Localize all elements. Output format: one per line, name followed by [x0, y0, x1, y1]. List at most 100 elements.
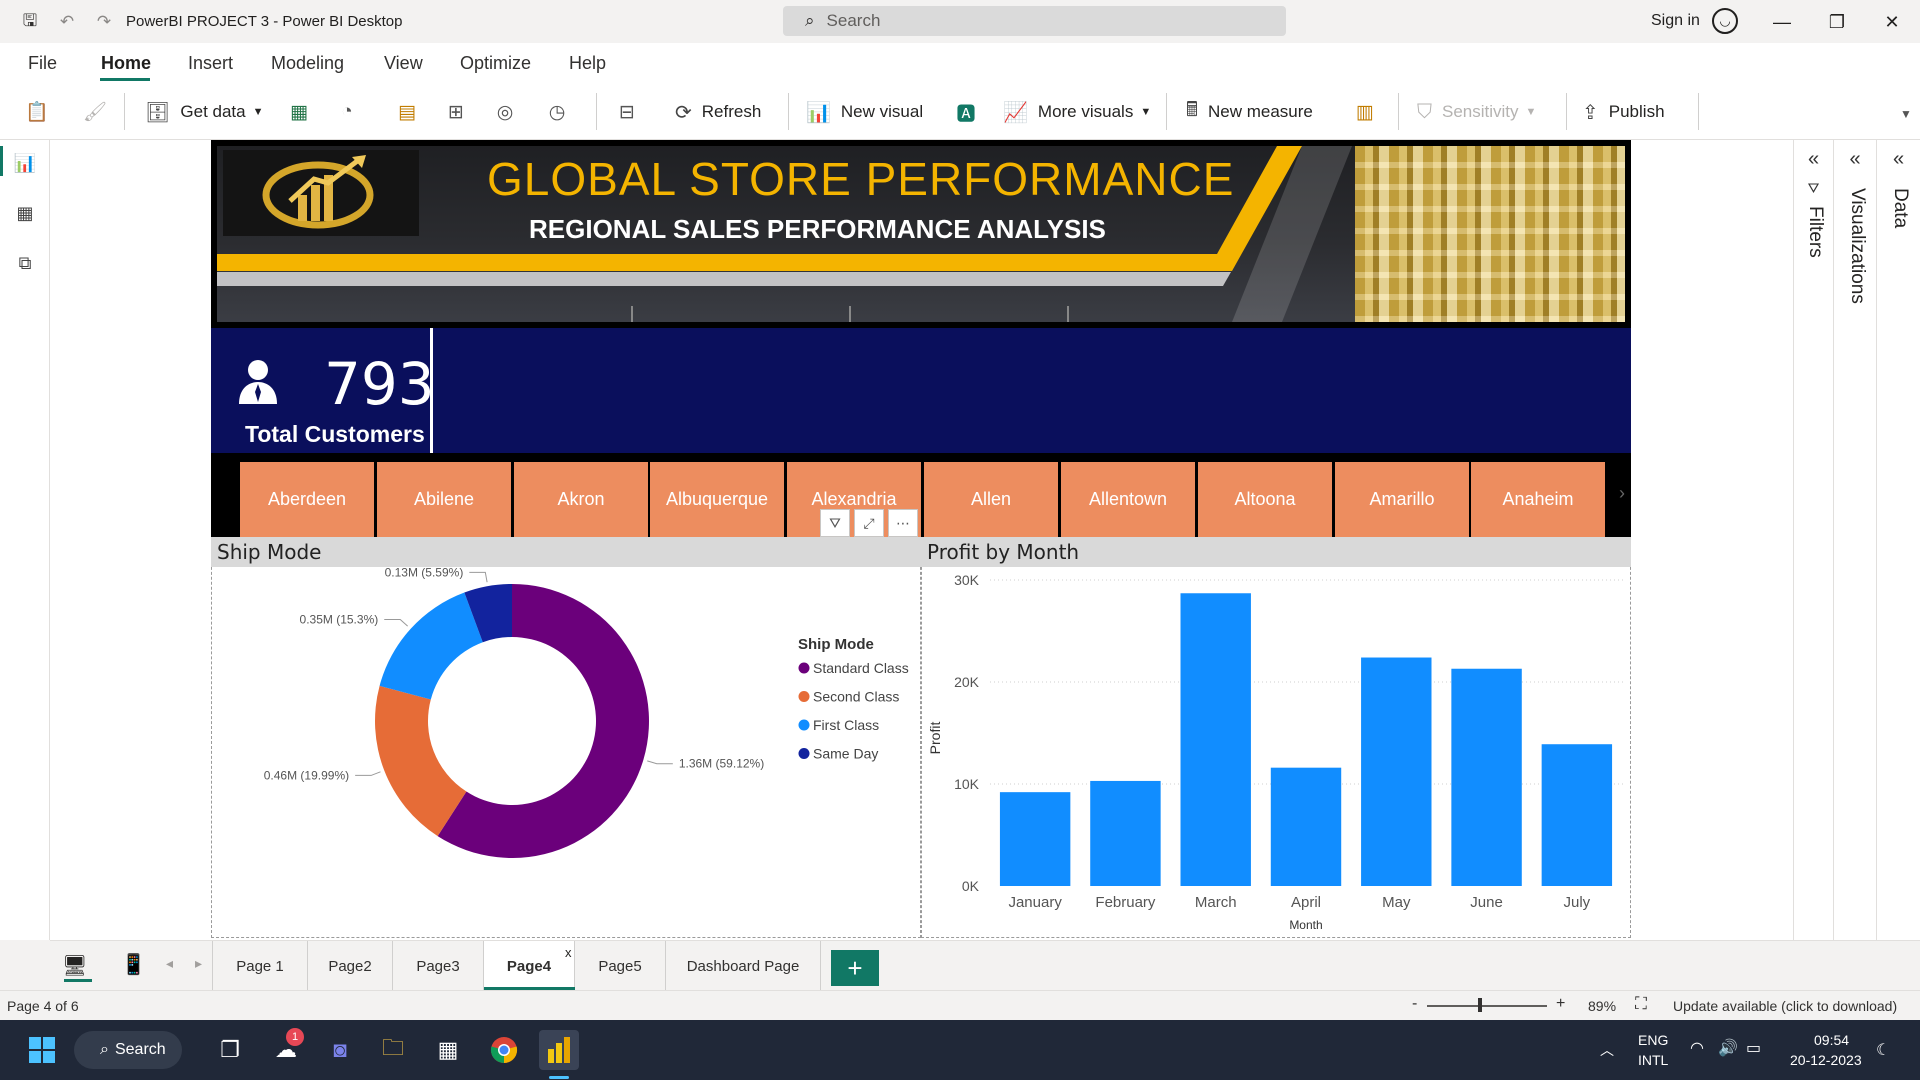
power-bi-icon[interactable]	[539, 1030, 579, 1070]
dataverse-icon[interactable]: ◎	[490, 97, 520, 127]
volume-icon[interactable]: 🔊	[1718, 1038, 1738, 1058]
recent-sources-icon[interactable]: ◷	[542, 97, 572, 127]
fit-to-page-icon[interactable]: ⛶	[1635, 994, 1647, 1014]
close-page-icon[interactable]: x	[565, 945, 572, 960]
save-icon[interactable]: 🖫	[18, 10, 42, 34]
visualizations-pane[interactable]: « Visualizations	[1833, 140, 1876, 940]
undo-icon[interactable]: ↶	[55, 10, 79, 34]
region-indicator[interactable]: INTL	[1638, 1052, 1668, 1068]
more-visuals-button[interactable]: 📈 More visuals ▼	[1003, 97, 1151, 127]
onelake-icon[interactable]: ◔	[332, 97, 362, 127]
desktop-layout-icon[interactable]: 🖥	[62, 953, 87, 978]
update-available-link[interactable]: Update available (click to download)	[1673, 998, 1897, 1014]
enter-data-icon[interactable]: ⊞	[441, 97, 471, 127]
chevron-double-left-icon[interactable]: «	[1834, 148, 1876, 171]
clock-time[interactable]: 09:54	[1814, 1032, 1849, 1048]
get-data-button[interactable]: 🗄 Get data ▼	[145, 97, 264, 127]
page-tab[interactable]: Page5	[575, 941, 666, 991]
transform-data-icon[interactable]: ⊟	[612, 97, 642, 127]
language-indicator[interactable]: ENG	[1638, 1032, 1668, 1048]
clock-date[interactable]: 20-12-2023	[1790, 1052, 1862, 1068]
file-explorer-icon[interactable]: 🗀	[373, 1030, 413, 1070]
new-measure-button[interactable]: 🖩 New measure	[1186, 97, 1313, 127]
chevron-right-icon[interactable]: ▸	[195, 955, 202, 972]
sql-server-icon[interactable]: ▤	[392, 97, 422, 127]
y-tick-label: 30K	[954, 572, 980, 588]
filter-icon[interactable]: ⛛	[820, 509, 850, 537]
tab-insert[interactable]: Insert	[188, 53, 233, 74]
tab-modeling[interactable]: Modeling	[271, 53, 344, 74]
sign-in-link[interactable]: Sign in	[1651, 12, 1700, 30]
city-button[interactable]: Allen	[924, 462, 1058, 537]
tab-optimize[interactable]: Optimize	[460, 53, 531, 74]
format-painter-icon[interactable]: 🖌	[80, 97, 110, 127]
data-pane[interactable]: « Data	[1876, 140, 1920, 940]
new-visual-button[interactable]: 📊 New visual	[806, 97, 923, 127]
visualizations-pane-label: Visualizations	[1847, 188, 1868, 304]
city-button[interactable]: Albuquerque	[650, 462, 784, 537]
app-title: PowerBI PROJECT 3 - Power BI Desktop	[126, 13, 403, 30]
report-view-icon[interactable]: 📊	[12, 150, 38, 176]
chevron-right-icon[interactable]: ›	[1619, 483, 1625, 504]
task-view-icon[interactable]: ❐	[210, 1030, 250, 1070]
chevron-up-icon[interactable]: ︿	[1600, 1040, 1614, 1060]
chevron-double-left-icon[interactable]: «	[1794, 148, 1833, 171]
search-input[interactable]: ⌕ Search	[783, 6, 1286, 36]
page-tab[interactable]: Dashboard Page	[666, 941, 821, 991]
page-tab[interactable]: Page 1	[212, 941, 308, 991]
city-button[interactable]: Altoona	[1198, 462, 1332, 537]
chevron-double-left-icon[interactable]: «	[1877, 148, 1920, 171]
refresh-button[interactable]: ⟳ Refresh	[675, 97, 761, 127]
tab-file[interactable]: File	[28, 53, 57, 74]
city-button[interactable]: Aberdeen	[240, 462, 374, 537]
chrome-icon[interactable]	[484, 1030, 524, 1070]
page-tab[interactable]: Page3	[393, 941, 484, 991]
city-button[interactable]: Amarillo	[1335, 462, 1469, 537]
minimize-icon[interactable]: —	[1767, 7, 1797, 37]
focus-mode-icon[interactable]: ⤢	[854, 509, 884, 537]
city-button[interactable]: Anaheim	[1471, 462, 1605, 537]
quick-measure-icon[interactable]: ▥	[1350, 97, 1380, 127]
zoom-level[interactable]: 89%	[1588, 998, 1616, 1014]
zoom-slider-thumb[interactable]	[1478, 998, 1482, 1012]
ribbon-collapse-icon[interactable]: ▼	[1891, 99, 1920, 129]
sensitivity-button[interactable]: ⛉ Sensitivity ▼	[1417, 97, 1536, 127]
mobile-layout-icon[interactable]: 📱	[121, 952, 146, 977]
redo-icon[interactable]: ↷	[92, 10, 116, 34]
more-options-icon[interactable]: ⋯	[888, 509, 918, 537]
close-icon[interactable]: ✕	[1877, 7, 1907, 37]
excel-icon[interactable]: ▦	[284, 97, 314, 127]
notifications-icon[interactable]: ☾	[1876, 1040, 1890, 1060]
total-customers-card[interactable]: 793 Total Customers	[211, 328, 435, 453]
tab-view[interactable]: View	[384, 53, 423, 74]
paste-icon[interactable]: 📋	[22, 97, 52, 127]
city-button[interactable]: Akron	[514, 462, 648, 537]
page-tab-active[interactable]: Page4	[484, 941, 575, 991]
city-button[interactable]: Allentown	[1061, 462, 1195, 537]
microsoft-store-icon[interactable]: ▦	[428, 1030, 468, 1070]
battery-icon[interactable]: ▭	[1746, 1038, 1761, 1058]
teams-chat-icon[interactable]: ◙	[320, 1030, 360, 1070]
filters-pane[interactable]: « ⛛ Filters	[1793, 140, 1833, 940]
city-button[interactable]: Abilene	[377, 462, 511, 537]
model-view-icon[interactable]: ⧉	[12, 250, 38, 276]
windows-start-icon[interactable]	[22, 1030, 62, 1070]
tab-help[interactable]: Help	[569, 53, 606, 74]
zoom-in-button[interactable]: +	[1556, 995, 1565, 1013]
wifi-icon[interactable]: ◠	[1690, 1038, 1704, 1058]
zoom-out-button[interactable]: -	[1412, 995, 1417, 1013]
publish-button[interactable]: ⇪ Publish	[1582, 97, 1665, 127]
tab-home[interactable]: Home	[101, 53, 151, 74]
table-view-icon[interactable]: ▦	[12, 200, 38, 226]
restore-icon[interactable]: ❐	[1822, 7, 1852, 37]
text-box-icon[interactable]: 🅰	[951, 97, 981, 127]
title-bar: 🖫 ↶ ↷ PowerBI PROJECT 3 - Power BI Deskt…	[0, 0, 1920, 43]
profit-by-month-visual[interactable]: 0K 10K 20K 30K January February March April May…	[921, 537, 1631, 938]
taskbar-search[interactable]: ⌕ Search	[74, 1031, 182, 1069]
account-icon[interactable]: ◡	[1712, 8, 1738, 34]
zoom-slider-track[interactable]	[1427, 1005, 1547, 1007]
page-tab[interactable]: Page2	[308, 941, 393, 991]
ship-mode-visual[interactable]: 1.36M (59.12%) 0.46M (19.99%) 0.35M (15.3%…	[211, 537, 921, 938]
chevron-left-icon[interactable]: ◂	[166, 955, 173, 972]
add-page-button[interactable]: +	[831, 950, 879, 986]
